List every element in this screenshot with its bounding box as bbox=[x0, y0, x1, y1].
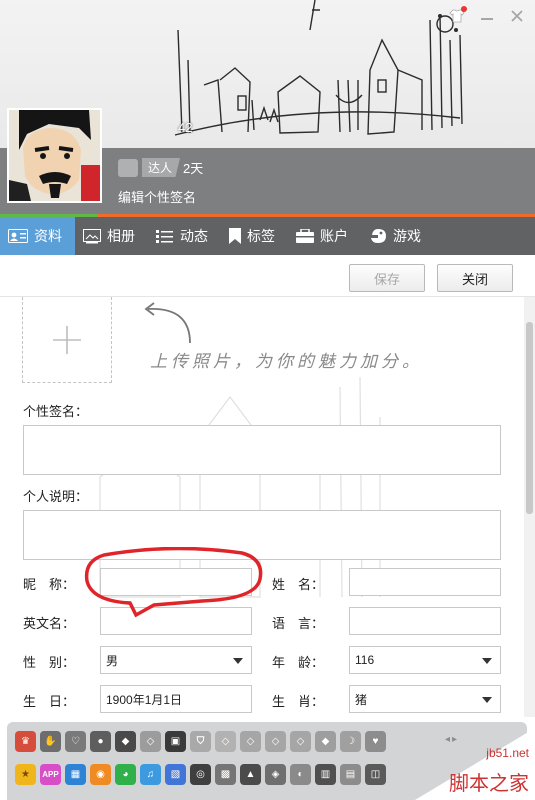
music-app-icon[interactable]: ♫ bbox=[140, 764, 161, 785]
misc-app-icon[interactable]: ◫ bbox=[365, 764, 386, 785]
save-button[interactable]: 保存 bbox=[349, 264, 425, 292]
birthday-label: 生 日： bbox=[23, 694, 76, 709]
star-icon[interactable]: ★ bbox=[15, 764, 36, 785]
english-name-label: 英文名： bbox=[23, 616, 76, 631]
signature-label: 个性签名： bbox=[23, 404, 89, 419]
blue-app-icon[interactable]: ▦ bbox=[65, 764, 86, 785]
feed-list-icon bbox=[156, 230, 173, 243]
gem-4-icon[interactable]: ◇ bbox=[290, 731, 311, 752]
birthday-input[interactable]: 1900年1月1日 bbox=[100, 685, 252, 713]
camera-app-icon[interactable]: ◎ bbox=[190, 764, 211, 785]
hand-heart-icon[interactable]: ✋ bbox=[40, 731, 61, 752]
green-app-icon[interactable]: ◕ bbox=[115, 764, 136, 785]
notification-dot bbox=[461, 6, 467, 12]
tab-tags[interactable]: 标签 bbox=[221, 217, 288, 255]
surname-label: 姓 名： bbox=[272, 577, 325, 592]
profile-form: 上传照片，为你的魅力加分。 个性签名： 个人说明： 昵 称： 姓 名： 英文名：… bbox=[0, 297, 524, 717]
tab-feed[interactable]: 动态 bbox=[148, 217, 221, 255]
minimize-icon[interactable] bbox=[479, 8, 495, 24]
plus-icon bbox=[53, 325, 81, 354]
age-label: 年 龄： bbox=[272, 655, 325, 670]
film-icon[interactable]: ▤ bbox=[340, 764, 361, 785]
tab-label: 账户 bbox=[320, 228, 348, 244]
nickname-label: 昵 称： bbox=[23, 577, 76, 592]
tab-label: 动态 bbox=[180, 228, 208, 244]
tab-profile[interactable]: 资料 bbox=[0, 217, 75, 261]
tab-label: 游戏 bbox=[393, 228, 421, 244]
gem-3-icon[interactable]: ◇ bbox=[265, 731, 286, 752]
tab-label: 资料 bbox=[34, 228, 62, 244]
close-button[interactable]: 关闭 bbox=[437, 264, 513, 292]
badge-label: 达人 bbox=[142, 158, 181, 177]
edit-signature-link[interactable]: 编辑个性签名 bbox=[118, 187, 196, 206]
level-number: 42 bbox=[178, 120, 193, 135]
bookmark-icon bbox=[229, 228, 241, 244]
penguin-icon[interactable]: ● bbox=[90, 731, 111, 752]
shield-icon[interactable]: ⛉ bbox=[190, 731, 211, 752]
highlight-circle bbox=[84, 547, 263, 618]
expert-badge[interactable]: 达人 bbox=[118, 158, 181, 177]
graduation-icon[interactable]: ▲ bbox=[240, 764, 261, 785]
tshirt-icon[interactable] bbox=[449, 6, 467, 24]
surname-input[interactable] bbox=[349, 568, 501, 596]
photo-album-icon bbox=[83, 228, 101, 243]
zodiac-select[interactable]: 猪 bbox=[349, 685, 501, 713]
language-label: 语 言： bbox=[272, 616, 325, 631]
profile-tabs: 资料 相册 动态 标签 账户 游戏 bbox=[0, 217, 535, 261]
tab-label: 标签 bbox=[247, 228, 275, 244]
age-select[interactable]: 116 bbox=[349, 646, 501, 674]
avatar-image bbox=[9, 110, 100, 201]
gender-label: 性 别： bbox=[23, 655, 76, 670]
wallet-icon bbox=[296, 229, 314, 243]
zodiac-label: 生 肖： bbox=[272, 694, 325, 709]
tab-games[interactable]: 游戏 bbox=[361, 217, 434, 255]
city-sketch-illustration bbox=[174, 0, 463, 136]
orange-app-icon[interactable]: ◉ bbox=[90, 764, 111, 785]
tab-album[interactable]: 相册 bbox=[75, 217, 148, 255]
form-toolbar: 保存 关闭 bbox=[0, 255, 535, 297]
signature-textarea[interactable] bbox=[23, 425, 501, 475]
heart-gem-icon[interactable]: ♥ bbox=[365, 731, 386, 752]
language-input[interactable] bbox=[349, 607, 501, 635]
scrollbar-thumb[interactable] bbox=[526, 322, 533, 514]
curved-arrow-icon bbox=[144, 302, 191, 344]
close-icon[interactable] bbox=[509, 8, 525, 24]
diamond-dark-icon[interactable]: ◆ bbox=[115, 731, 136, 752]
upload-hint: 上传照片，为你的魅力加分。 bbox=[150, 352, 423, 372]
description-label: 个人说明： bbox=[23, 489, 89, 504]
app-badge-icon[interactable]: APP bbox=[40, 764, 61, 785]
watermark-site: jb51.net bbox=[486, 746, 529, 760]
cat-badge-icon bbox=[118, 158, 138, 177]
heart-outline-icon[interactable]: ♡ bbox=[65, 731, 86, 752]
watermark-name: 脚本之家 bbox=[449, 771, 529, 795]
profile-card-icon bbox=[8, 229, 28, 243]
vip-crown-icon[interactable]: ♛ bbox=[15, 731, 36, 752]
gender-select[interactable]: 男 bbox=[100, 646, 252, 674]
clapper-icon[interactable]: ▥ bbox=[315, 764, 336, 785]
security-icon[interactable]: ◈ bbox=[265, 764, 286, 785]
gem-2-icon[interactable]: ◇ bbox=[240, 731, 261, 752]
game-icon bbox=[371, 229, 386, 243]
gem-5-icon[interactable]: ◆ bbox=[315, 731, 336, 752]
game-pad-icon[interactable]: ▣ bbox=[165, 731, 186, 752]
diamond-light-icon[interactable]: ◇ bbox=[140, 731, 161, 752]
grid-app-icon[interactable]: ▩ bbox=[215, 764, 236, 785]
swirl-icon[interactable]: ◐ bbox=[290, 764, 311, 785]
moon-icon[interactable]: ☽ bbox=[340, 731, 361, 752]
tab-account[interactable]: 账户 bbox=[288, 217, 361, 255]
photo-app-icon[interactable]: ▧ bbox=[165, 764, 186, 785]
window-controls bbox=[449, 6, 525, 24]
gem-icon[interactable]: ◇ bbox=[215, 731, 236, 752]
upload-photo-button[interactable] bbox=[22, 297, 112, 383]
active-days: 2天 bbox=[183, 161, 204, 176]
avatar[interactable] bbox=[7, 108, 102, 203]
tab-label: 相册 bbox=[107, 228, 135, 244]
